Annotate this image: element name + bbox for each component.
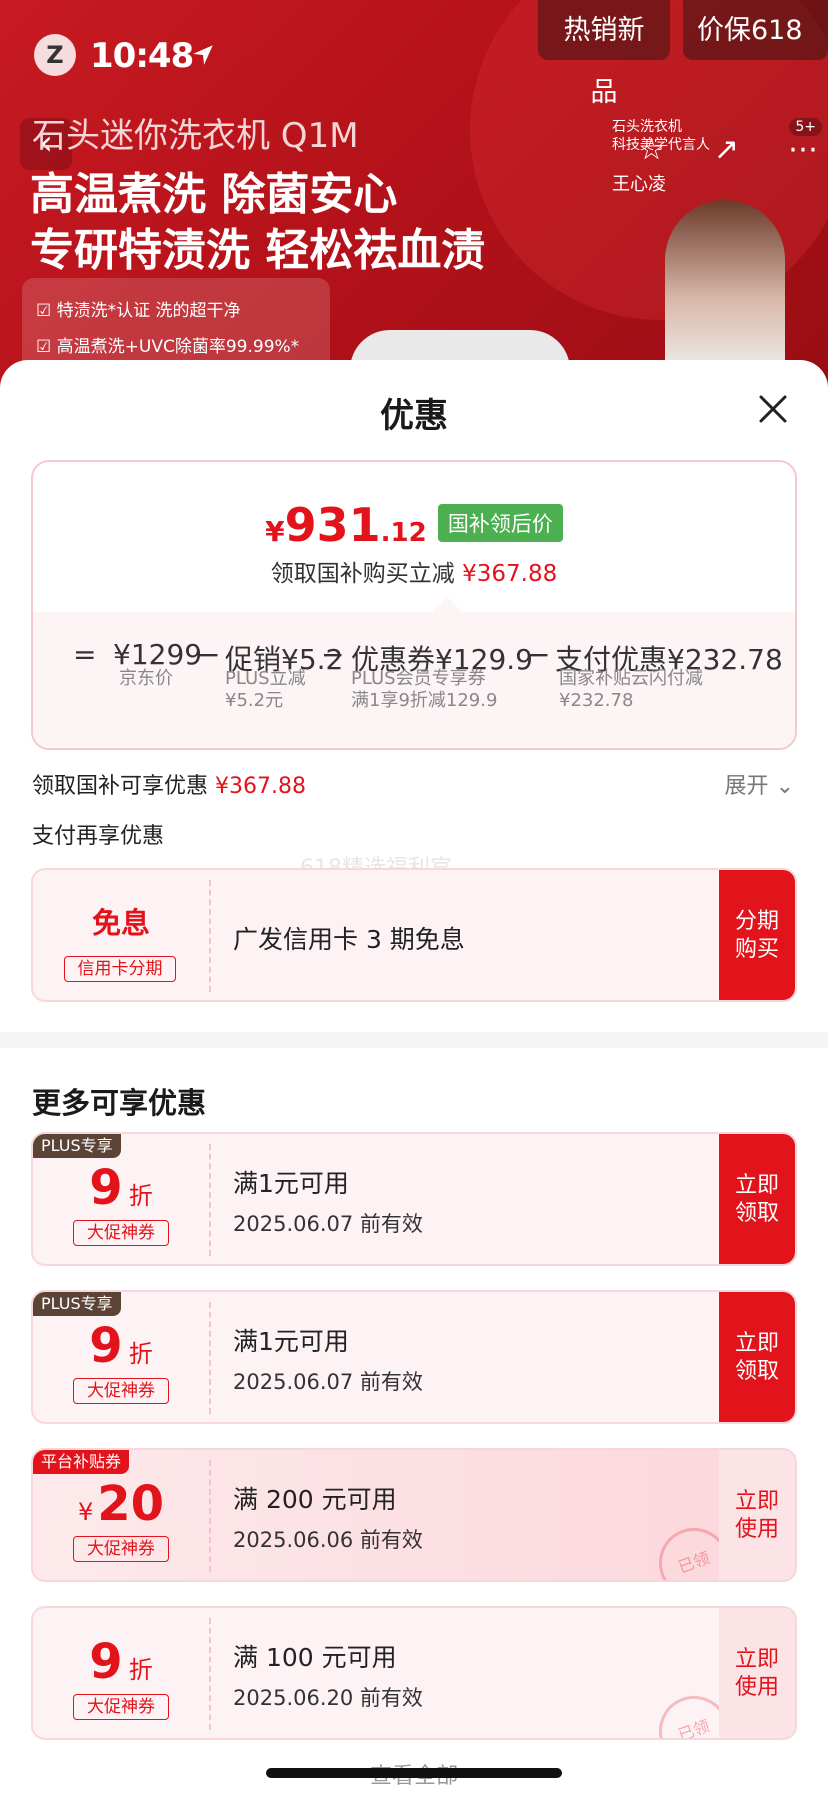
final-price-area: ¥931.12 国补领后价 领取国补购买立减 ¥367.88	[33, 462, 795, 612]
installment-buy-button[interactable]: 分期购买	[719, 870, 795, 1000]
price-protect-tab[interactable]: 价保618	[683, 0, 828, 60]
gov-subsidy-tag: 国补领后价	[437, 504, 563, 542]
coupon-value: PLUS专享 9折 大促神券	[33, 1134, 209, 1264]
product-banner: Z 10:48 热销新品 价保618 ‹ 石头迷你洗衣机 Q1M 高温煮洗 除菌…	[0, 0, 828, 380]
banner-headline-2: 专研特渍洗 轻松祛血渍	[30, 225, 486, 276]
coupon-tag: 大促神券	[73, 1536, 169, 1562]
status-time: 10:48	[90, 36, 194, 76]
coupon-card: PLUS专享 9折 大促神券 满1元可用 2025.06.07 前有效 立即领取	[31, 1132, 797, 1266]
coupon-title: 满 100 元可用	[233, 1643, 397, 1672]
installment-tag: 信用卡分期	[64, 956, 176, 982]
price-breakdown-card: ¥931.12 国补领后价 领取国补购买立减 ¥367.88 = ¥1299 京…	[31, 460, 797, 750]
calc-op: −	[321, 638, 345, 671]
coupon-value: 平台补贴券 ¥20 大促神券	[33, 1450, 209, 1580]
more-discounts-title: 更多可享优惠	[32, 1086, 207, 1120]
calc-label: PLUS立减 ¥5.2元	[225, 668, 306, 711]
coupon-tag: 大促神券	[73, 1220, 169, 1246]
pay-discount-label: 支付再享优惠	[32, 824, 165, 849]
installment-title: 广发信用卡 3 期免息	[233, 925, 465, 954]
banner-headline-1: 高温煮洗 除菌安心	[30, 169, 398, 220]
close-icon[interactable]	[756, 392, 790, 426]
more-badge: 5+	[789, 118, 822, 136]
share-icon[interactable]: ↗	[714, 132, 739, 167]
coupon-card: 9折 大促神券 满 100 元可用 2025.06.20 前有效 已领 立即使用	[31, 1606, 797, 1740]
calc-op: −	[527, 638, 551, 671]
coupon-divider	[209, 880, 211, 992]
calc-op: =	[73, 638, 97, 671]
chevron-down-icon: ⌄	[775, 774, 794, 799]
brand-logo: Z	[34, 34, 76, 76]
location-arrow-icon	[193, 45, 213, 65]
banner-feature-2: ☑ 高温煮洗+UVC除菌率99.99%*	[36, 337, 300, 357]
calc-op: −	[197, 638, 221, 671]
home-indicator[interactable]	[266, 1768, 562, 1778]
coupon-expiry: 2025.06.07 前有效	[233, 1212, 423, 1236]
installment-left: 免息 信用卡分期	[33, 870, 209, 1000]
coupon-title: 满 200 元可用	[233, 1485, 397, 1514]
calc-value: ¥1299	[113, 638, 203, 671]
coupon-expiry: 2025.06.06 前有效	[233, 1528, 423, 1552]
plus-badge: PLUS专享	[33, 1292, 121, 1316]
star-icon[interactable]: ☆	[638, 132, 665, 167]
claim-button[interactable]: 立即领取	[719, 1292, 795, 1422]
discount-sheet: 优惠 ¥931.12 国补领后价 领取国补购买立减 ¥367.88 = ¥129…	[0, 360, 828, 1795]
platform-subsidy-badge: 平台补贴券	[33, 1450, 130, 1474]
coupon-value: PLUS专享 9折 大促神券	[33, 1292, 209, 1422]
calc-label: PLUS会员专享券 满1享9折减129.9	[351, 668, 498, 711]
installment-card: 免息 信用卡分期 广发信用卡 3 期免息 分期购买	[31, 868, 797, 1002]
coupon-expiry: 2025.06.07 前有效	[233, 1370, 423, 1394]
hot-new-tab[interactable]: 热销新品	[538, 0, 670, 108]
coupon-divider	[209, 1460, 211, 1572]
coupon-divider	[209, 1144, 211, 1256]
section-divider	[0, 1032, 828, 1048]
banner-feature-1: ☑ 特渍洗*认证 洗的超干净	[36, 301, 241, 321]
price-calculation: = ¥1299 京东价 − 促销¥5.2 PLUS立减 ¥5.2元 − 优惠券¥1…	[33, 612, 795, 748]
spokesperson-photo	[665, 200, 785, 380]
use-button[interactable]: 立即使用	[719, 1450, 795, 1580]
coupon-divider	[209, 1302, 211, 1414]
price-saving-text: 领取国补购买立减 ¥367.88	[270, 561, 558, 587]
coupon-value: 9折 大促神券	[33, 1608, 209, 1738]
coupon-card: PLUS专享 9折 大促神券 满1元可用 2025.06.07 前有效 立即领取	[31, 1290, 797, 1424]
coupon-tag: 大促神券	[73, 1694, 169, 1720]
use-button[interactable]: 立即使用	[719, 1608, 795, 1738]
more-icon[interactable]: ⋯	[788, 132, 818, 167]
calc-label: 京东价	[119, 668, 173, 689]
expand-toggle[interactable]: 展开 ⌄	[725, 768, 794, 800]
claim-button[interactable]: 立即领取	[719, 1134, 795, 1264]
coupon-expiry: 2025.06.20 前有效	[233, 1686, 423, 1710]
coupon-title: 满1元可用	[233, 1169, 349, 1198]
coupon-tag: 大促神券	[73, 1378, 169, 1404]
coupon-card: 平台补贴券 ¥20 大促神券 满 200 元可用 2025.06.06 前有效 …	[31, 1448, 797, 1582]
banner-subtitle: 石头迷你洗衣机 Q1M	[32, 116, 359, 156]
coupon-divider	[209, 1618, 211, 1730]
installment-big: 免息	[91, 906, 150, 940]
coupon-title: 满1元可用	[233, 1327, 349, 1356]
calc-label: 国家补贴云闪付减 ¥232.78	[559, 668, 703, 711]
gov-subsidy-row: 领取国补可享优惠 ¥367.88	[32, 774, 306, 799]
final-price: ¥931.12 国补领后价	[33, 498, 795, 552]
plus-badge: PLUS专享	[33, 1134, 121, 1158]
sheet-title: 优惠	[380, 396, 448, 436]
